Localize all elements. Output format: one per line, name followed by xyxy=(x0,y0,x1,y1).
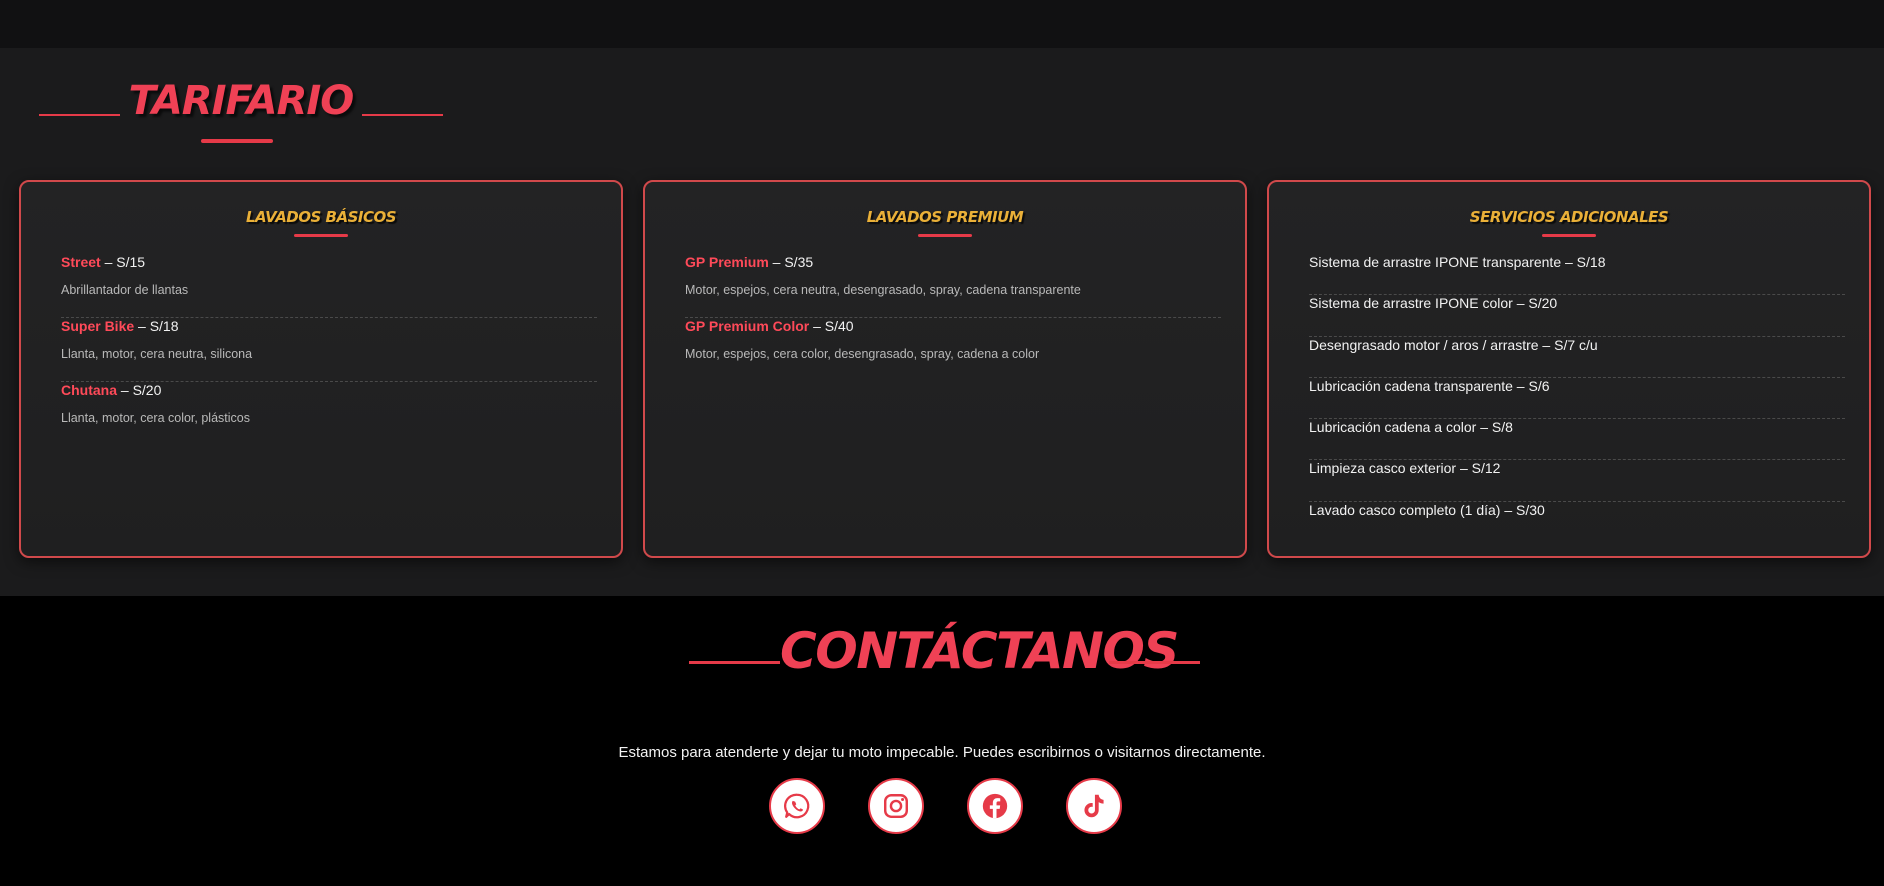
price-item: GP Premium – S/35 Motor, espejos, cera n… xyxy=(685,254,1221,318)
card-title-underline xyxy=(1542,234,1596,237)
tarifario-heading: TARIFARIO xyxy=(0,48,460,158)
price-item: GP Premium Color – S/40 Motor, espejos, … xyxy=(685,318,1221,382)
card-title: LAVADOS PREMIUM xyxy=(866,208,1024,226)
price-list: GP Premium – S/35 Motor, espejos, cera n… xyxy=(685,254,1221,382)
service-name: GP Premium Color xyxy=(685,318,810,334)
service-item: Lubricación cadena a color – S/8 xyxy=(1309,419,1845,461)
social-links xyxy=(769,778,1122,834)
service-price: – S/35 xyxy=(768,254,814,270)
service-description: Motor, espejos, cera neutra, desengrasad… xyxy=(685,283,1081,297)
card-title: SERVICIOS ADICIONALES xyxy=(1469,208,1669,226)
instagram-link[interactable] xyxy=(868,778,924,834)
service-name: Chutana xyxy=(61,382,117,398)
service-name: Super Bike xyxy=(61,318,135,334)
card-title: LAVADOS BÁSICOS xyxy=(245,208,397,226)
service-item: Lavado casco completo (1 día) – S/30 xyxy=(1309,501,1545,518)
service-item: Sistema de arrastre IPONE color – S/20 xyxy=(1309,295,1845,337)
contact-section: CONTÁCTANOS Estamos para atenderte y dej… xyxy=(0,596,1884,886)
service-description: Abrillantador de llantas xyxy=(61,283,189,297)
service-price: – S/40 xyxy=(809,318,854,334)
service-description: Llanta, motor, cera neutra, silicona xyxy=(61,347,253,361)
card-title-underline xyxy=(918,234,972,237)
service-description: Motor, espejos, cera color, desengrasado… xyxy=(685,347,1040,361)
card-lavados-premium: LAVADOS PREMIUM GP Premium – S/35 Motor,… xyxy=(643,180,1247,558)
contact-text: Estamos para atenderte y dejar tu moto i… xyxy=(618,744,1266,761)
price-list: Street – S/15 Abrillantador de llantas S… xyxy=(61,254,597,446)
service-item: Sistema de arrastre IPONE transparente –… xyxy=(1309,254,1845,296)
price-item: Super Bike – S/18 Llanta, motor, cera ne… xyxy=(61,318,597,382)
tiktok-icon xyxy=(1079,791,1109,821)
whatsapp-icon xyxy=(782,791,812,821)
service-price: – S/15 xyxy=(100,254,146,270)
card-servicios-adicionales: SERVICIOS ADICIONALES Sistema de arrastr… xyxy=(1267,180,1871,558)
tarifario-section: TARIFARIO LAVADOS BÁSICOS Street – S/15 … xyxy=(0,48,1884,596)
top-navbar-strip xyxy=(0,0,1884,48)
service-item: Desengrasado motor / aros / arrastre – S… xyxy=(1309,337,1845,378)
contact-title: CONTÁCTANOS xyxy=(780,622,1179,680)
card-title-underline xyxy=(294,234,348,237)
service-description: Llanta, motor, cera color, plásticos xyxy=(61,411,250,425)
tarifario-title: TARIFARIO xyxy=(128,78,355,124)
heading-rule-right xyxy=(362,114,443,116)
service-item: Limpieza casco exterior – S/12 xyxy=(1309,460,1845,502)
heading-rule-right xyxy=(1109,661,1200,664)
service-item: Lubricación cadena transparente – S/6 xyxy=(1309,378,1845,420)
heading-rule-left xyxy=(689,661,780,664)
whatsapp-link[interactable] xyxy=(769,778,825,834)
facebook-icon xyxy=(980,791,1010,821)
facebook-link[interactable] xyxy=(967,778,1023,834)
service-name: Street xyxy=(61,254,101,270)
heading-rule-left xyxy=(39,114,120,116)
service-price: – S/20 xyxy=(117,382,162,398)
service-price: – S/18 xyxy=(134,318,179,334)
heading-underline xyxy=(201,139,273,143)
instagram-icon xyxy=(881,791,911,821)
price-item: Street – S/15 Abrillantador de llantas xyxy=(61,254,597,318)
service-name: GP Premium xyxy=(685,254,769,270)
services-list: Sistema de arrastre IPONE transparente –… xyxy=(1309,254,1845,543)
card-lavados-basicos: LAVADOS BÁSICOS Street – S/15 Abrillanta… xyxy=(19,180,623,558)
tiktok-link[interactable] xyxy=(1066,778,1122,834)
price-item: Chutana – S/20 Llanta, motor, cera color… xyxy=(61,382,597,446)
